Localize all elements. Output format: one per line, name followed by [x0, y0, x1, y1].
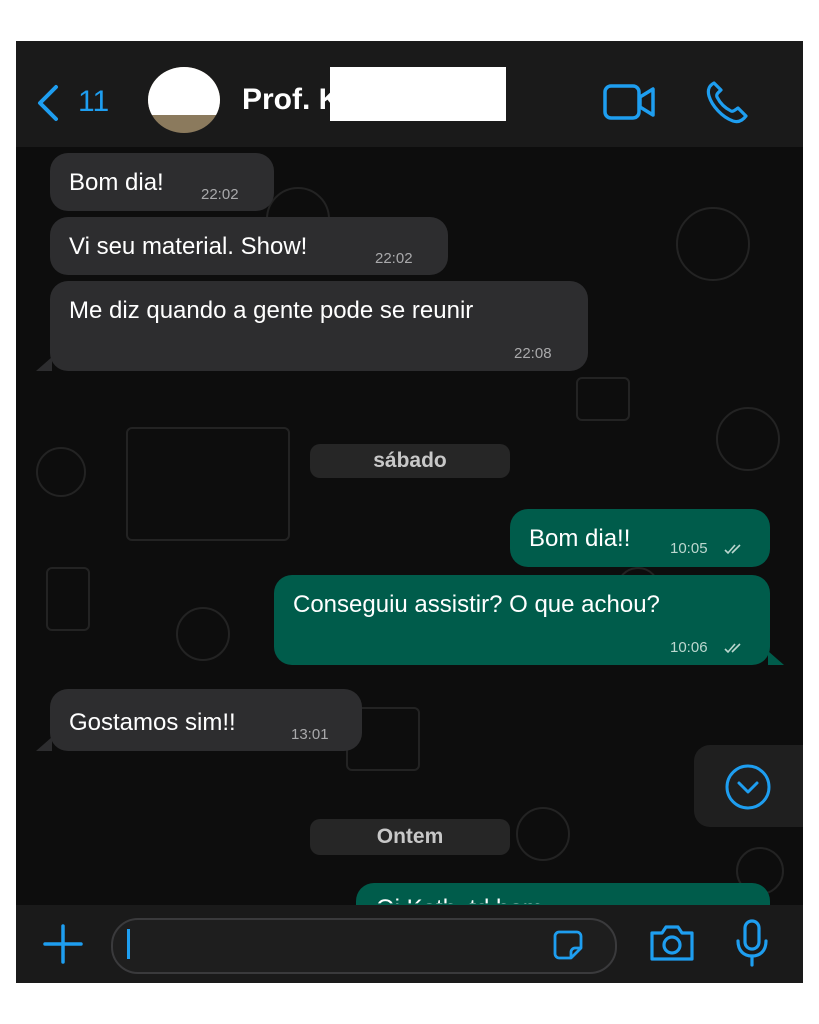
message-time: 22:02	[375, 250, 413, 267]
date-separator: Ontem	[310, 819, 510, 855]
chat-screen: 11 Prof. K Bom dia! 22:02 Vi seu materia…	[16, 41, 803, 983]
chevron-left-icon	[38, 85, 58, 121]
message-outgoing[interactable]: Oi Kath, td bem...	[356, 883, 770, 905]
plus-icon[interactable]	[42, 923, 84, 965]
microphone-icon[interactable]	[734, 919, 770, 967]
wallpaper-doodle	[716, 407, 780, 471]
bubble-tail	[36, 357, 52, 371]
message-text: Bom dia!!	[529, 525, 631, 552]
message-time: 13:01	[291, 726, 329, 743]
message-text: Oi Kath, td bem...	[376, 895, 563, 903]
message-incoming[interactable]: Bom dia! 22:02	[50, 153, 274, 211]
video-call-icon[interactable]	[602, 81, 658, 123]
bubble-tail	[36, 737, 52, 751]
contact-name[interactable]: Prof. K	[242, 83, 340, 117]
message-time: 22:02	[201, 186, 239, 203]
message-text: Bom dia!	[69, 169, 164, 196]
unread-count[interactable]: 11	[78, 85, 109, 119]
text-caret	[127, 929, 130, 959]
message-text: Gostamos sim!!	[69, 709, 236, 736]
avatar[interactable]	[148, 67, 220, 133]
back-button[interactable]	[34, 83, 64, 123]
sticker-icon[interactable]	[553, 930, 583, 960]
composer-bar	[16, 905, 803, 983]
wallpaper-doodle	[676, 207, 750, 281]
message-time: 22:08	[514, 345, 552, 362]
wallpaper-doodle	[516, 807, 570, 861]
date-separator: sábado	[310, 444, 510, 478]
message-text: Me diz quando a gente pode se reunir	[69, 297, 474, 324]
message-incoming[interactable]: Gostamos sim!! 13:01	[50, 689, 362, 751]
bubble-tail	[768, 651, 784, 665]
chevron-down-circle-icon	[725, 764, 771, 810]
message-time: 10:05	[670, 540, 708, 557]
wallpaper-doodle	[126, 427, 290, 541]
message-list[interactable]: Bom dia! 22:02 Vi seu material. Show! 22…	[16, 147, 803, 905]
scroll-to-bottom-button[interactable]	[694, 745, 803, 827]
chat-header: 11 Prof. K	[16, 41, 803, 147]
message-text: Conseguiu assistir? O que achou?	[293, 591, 660, 618]
message-input-overlay	[111, 918, 617, 974]
avatar-redaction	[148, 67, 220, 115]
voice-call-icon[interactable]	[704, 79, 750, 125]
wallpaper-doodle	[176, 607, 230, 661]
wallpaper-doodle	[46, 567, 90, 631]
read-receipt-icon	[724, 544, 741, 555]
read-receipt-icon	[724, 643, 741, 654]
wallpaper-doodle	[36, 447, 86, 497]
message-time: 10:06	[670, 639, 708, 656]
message-text: Vi seu material. Show!	[69, 233, 308, 260]
message-outgoing[interactable]: Conseguiu assistir? O que achou? 10:06	[274, 575, 770, 665]
camera-icon[interactable]	[648, 923, 696, 963]
wallpaper-doodle	[576, 377, 630, 421]
message-incoming[interactable]: Me diz quando a gente pode se reunir 22:…	[50, 281, 588, 371]
message-incoming[interactable]: Vi seu material. Show! 22:02	[50, 217, 448, 275]
name-redaction	[330, 67, 506, 121]
message-outgoing[interactable]: Bom dia!! 10:05	[510, 509, 770, 567]
